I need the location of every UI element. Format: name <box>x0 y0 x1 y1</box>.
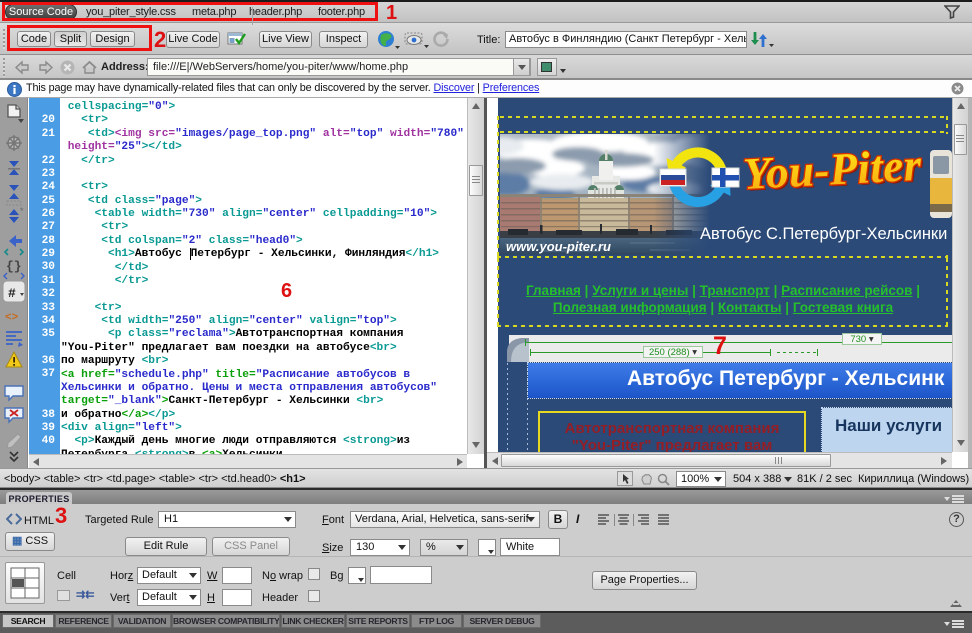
svg-text:#: # <box>8 286 16 301</box>
svg-text:You-Piter: You-Piter <box>742 140 923 199</box>
svg-text:*: * <box>20 206 24 216</box>
svg-text:www.you-piter.ru: www.you-piter.ru <box>506 239 611 254</box>
svg-text:<>: <> <box>5 312 19 324</box>
svg-text:{}: {} <box>6 259 22 274</box>
svg-text:Автобус С.Петербург-Хельсинки: Автобус С.Петербург-Хельсинки <box>700 225 947 243</box>
